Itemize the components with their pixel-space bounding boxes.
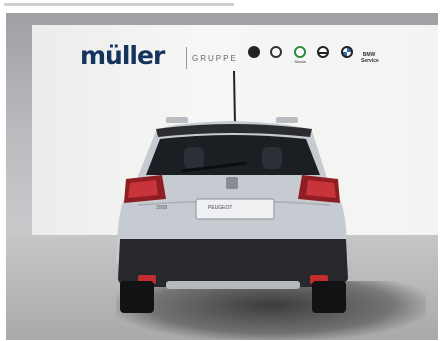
roof-rail-left — [166, 117, 188, 123]
headrest-left — [184, 147, 204, 169]
roof-rail-right — [276, 117, 298, 123]
rear-tire-left — [120, 281, 154, 313]
lion-emblem — [226, 177, 238, 189]
top-divider — [4, 3, 234, 6]
headrest-right — [262, 147, 282, 169]
rear-tire-right — [312, 281, 346, 313]
antenna — [233, 70, 236, 126]
top-strip — [0, 0, 444, 12]
skid-plate — [166, 281, 300, 289]
vehicle-photo: müller GRUPPE Skoda BMW Service 2008 PEU… — [6, 13, 438, 340]
rear-window — [146, 135, 320, 175]
model-badge: 2008 — [156, 205, 167, 211]
car-rear-illustration: 2008 PEUGEOT — [116, 70, 348, 313]
plate-dealer-text: PEUGEOT — [208, 205, 232, 211]
